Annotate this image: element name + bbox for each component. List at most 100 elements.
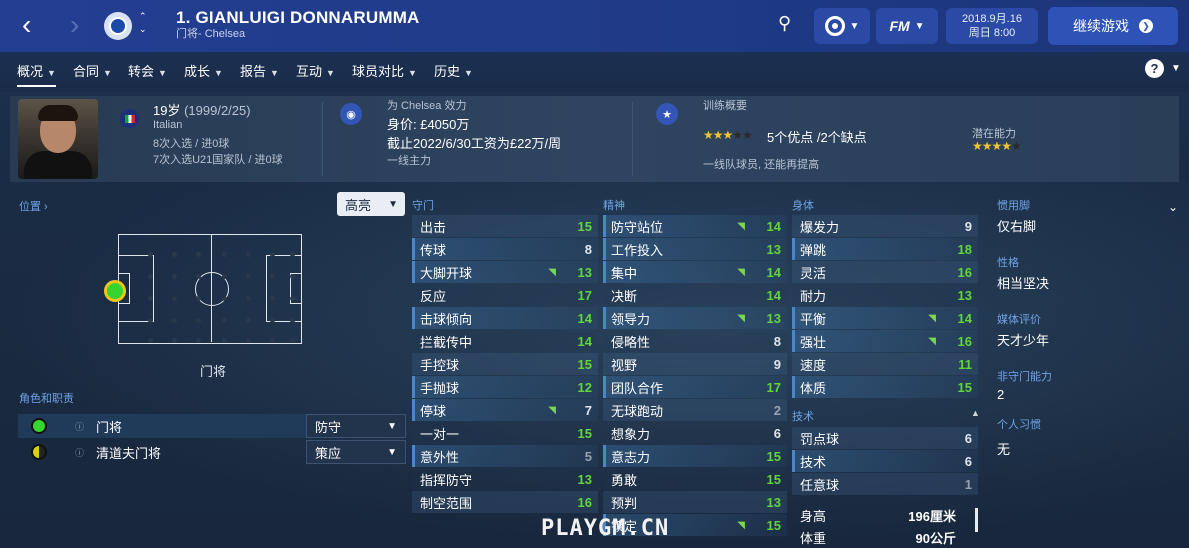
- attribute-row[interactable]: 爆发力 9: [792, 215, 978, 237]
- attribute-row[interactable]: 团队合作 17: [603, 376, 787, 398]
- continue-button[interactable]: 继续游戏 ❯: [1048, 7, 1178, 45]
- attribute-row[interactable]: 制空范围 16: [412, 491, 598, 513]
- attribute-name: 想象力: [611, 426, 651, 442]
- duty-select[interactable]: 策应 ▼: [306, 440, 406, 464]
- menu-compare[interactable]: 球员对比 ▼: [352, 61, 417, 80]
- duty-select[interactable]: 防守 ▼: [306, 414, 406, 438]
- forward-icon[interactable]: ›: [70, 10, 79, 40]
- position-dot: [222, 274, 227, 279]
- attribute-row[interactable]: 任意球 1: [792, 473, 978, 495]
- role-row-goalkeeper[interactable]: ⓘ 门将 防守 ▼: [18, 414, 406, 438]
- club-switch-icon[interactable]: ⌃ ⌄: [139, 10, 147, 36]
- attribute-row[interactable]: 意外性 5: [412, 445, 598, 467]
- back-icon[interactable]: ‹: [22, 10, 31, 40]
- attribute-row[interactable]: 无球跑动 2: [603, 399, 787, 421]
- menu-transfer[interactable]: 转会 ▼: [128, 61, 167, 80]
- body-label: 体重: [800, 530, 827, 546]
- attribute-name: 罚点球: [800, 431, 840, 447]
- chevron-down-icon[interactable]: ⌄: [1168, 200, 1178, 214]
- attribute-row[interactable]: 视野 9: [603, 353, 787, 375]
- attribute-row[interactable]: 手抛球 12: [412, 376, 598, 398]
- attribute-row[interactable]: 灵活 16: [792, 261, 978, 283]
- role-name: 门将: [96, 419, 123, 435]
- attribute-row[interactable]: 意志力 15: [603, 445, 787, 467]
- attribute-row[interactable]: 速度 11: [792, 353, 978, 375]
- position-heading[interactable]: 位置 ›: [19, 198, 48, 214]
- physical-heading: 身体: [792, 200, 814, 212]
- menu-reports[interactable]: 报告 ▼: [240, 61, 279, 80]
- attribute-row[interactable]: 耐力 13: [792, 284, 978, 306]
- chevron-down-icon: ▼: [387, 446, 397, 458]
- technical-heading: 技术: [792, 411, 814, 423]
- position-dot: [270, 338, 275, 343]
- attribute-value: 15: [957, 379, 972, 395]
- attribute-row[interactable]: 停球 ◥ 7: [412, 399, 598, 421]
- help-icon[interactable]: ?: [1145, 59, 1164, 78]
- attribute-row[interactable]: 预判 13: [603, 491, 787, 513]
- attribute-value: 2: [773, 402, 781, 418]
- attribute-row[interactable]: 罚点球 6: [792, 427, 978, 449]
- attribute-row[interactable]: 大脚开球 ◥ 13: [412, 261, 598, 283]
- menu-overview[interactable]: 概况 ▼: [17, 61, 56, 87]
- duty-label: 防守: [315, 419, 342, 435]
- scrollbar[interactable]: [975, 508, 978, 532]
- attribute-row[interactable]: 指挥防守 13: [412, 468, 598, 490]
- attribute-row[interactable]: 一对一 15: [412, 422, 598, 444]
- info-icon[interactable]: ⓘ: [75, 420, 84, 433]
- improving-arrow-icon: ◥: [737, 266, 745, 278]
- attribute-row[interactable]: 弹跳 18: [792, 238, 978, 260]
- position-dot: [290, 274, 295, 279]
- fm-menu-button[interactable]: FM ▼: [876, 8, 938, 44]
- club-crest-icon[interactable]: [104, 12, 132, 40]
- attribute-row[interactable]: 工作投入 13: [603, 238, 787, 260]
- attribute-value: 14: [577, 310, 592, 326]
- chevron-down-icon: ▼: [914, 20, 925, 32]
- info-icon[interactable]: ⓘ: [75, 446, 84, 459]
- attribute-row[interactable]: 击球倾向 14: [412, 307, 598, 329]
- role-row-sweeper-keeper[interactable]: ⓘ 清道夫门将 策应 ▼: [18, 440, 406, 464]
- position-dot: [290, 338, 295, 343]
- attribute-row[interactable]: 强壮 ◥ 16: [792, 330, 978, 352]
- attribute-row[interactable]: 平衡 ◥ 14: [792, 307, 978, 329]
- attribute-value: 6: [773, 425, 781, 441]
- attribute-row[interactable]: 防守站位 ◥ 14: [603, 215, 787, 237]
- attribute-value: 14: [766, 218, 781, 234]
- attribute-name: 一对一: [420, 426, 460, 442]
- chevron-down-icon: ▼: [849, 20, 860, 32]
- attribute-row[interactable]: 侵略性 8: [603, 330, 787, 352]
- attribute-row[interactable]: 体质 15: [792, 376, 978, 398]
- position-dot: [148, 296, 153, 301]
- chevron-down-icon[interactable]: ▼: [1171, 63, 1181, 74]
- world-button[interactable]: ▼: [814, 8, 870, 44]
- menu-history[interactable]: 历史 ▼: [434, 61, 473, 80]
- menu-interaction[interactable]: 互动 ▼: [296, 61, 335, 80]
- attribute-row[interactable]: 拦截传中 14: [412, 330, 598, 352]
- attribute-value: 14: [766, 287, 781, 303]
- attribute-row[interactable]: 反应 17: [412, 284, 598, 306]
- fm-label: FM: [889, 18, 910, 34]
- menu-contract[interactable]: 合同 ▼: [73, 61, 112, 80]
- menu-development[interactable]: 成长 ▼: [184, 61, 223, 80]
- body-row: 身高 196厘米: [792, 504, 962, 526]
- position-dot: [172, 338, 177, 343]
- highlight-bar: [792, 330, 795, 352]
- attribute-row[interactable]: 决断 14: [603, 284, 787, 306]
- attribute-row[interactable]: 手控球 15: [412, 353, 598, 375]
- attribute-row[interactable]: 领导力 ◥ 13: [603, 307, 787, 329]
- duty-label: 策应: [315, 445, 342, 461]
- search-icon[interactable]: ⚲: [778, 13, 791, 34]
- highlight-select[interactable]: 高亮 ▼: [337, 192, 405, 216]
- attribute-row[interactable]: 集中 ◥ 14: [603, 261, 787, 283]
- improving-arrow-icon: ◥: [548, 404, 556, 416]
- attribute-row[interactable]: 出击 15: [412, 215, 598, 237]
- collapse-icon[interactable]: ▲: [971, 408, 980, 418]
- highlight-bar: [412, 445, 415, 467]
- position-dot: [246, 318, 251, 323]
- attribute-name: 制空范围: [420, 495, 473, 511]
- attribute-row[interactable]: 技术 6: [792, 450, 978, 472]
- attribute-row[interactable]: 想象力 6: [603, 422, 787, 444]
- training-title: 训练概要: [703, 100, 747, 112]
- attribute-row[interactable]: 勇敢 15: [603, 468, 787, 490]
- chevron-down-icon: ▼: [387, 420, 397, 432]
- attribute-row[interactable]: 传球 8: [412, 238, 598, 260]
